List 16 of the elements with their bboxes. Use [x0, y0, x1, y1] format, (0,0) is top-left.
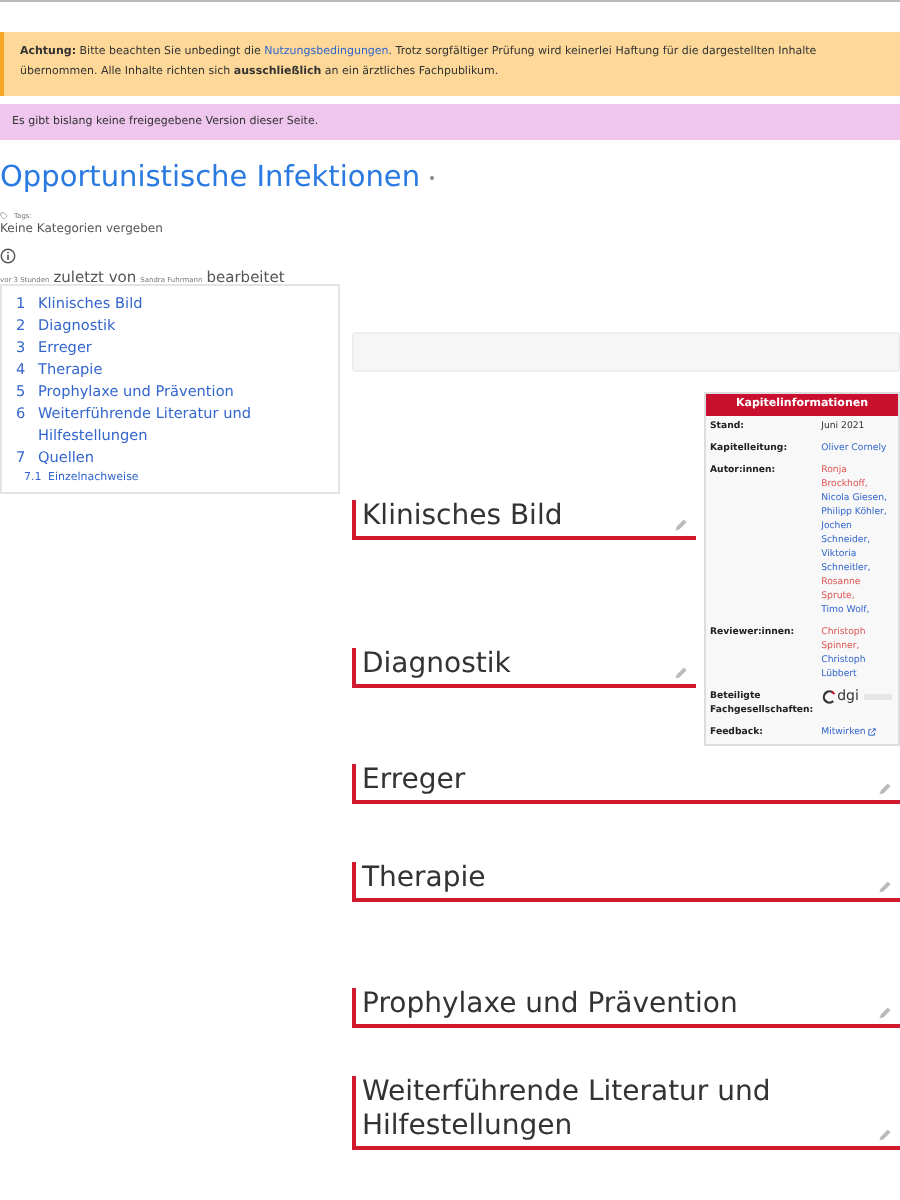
section-heading: Diagnostik: [352, 648, 696, 688]
section-heading: Weiterführende Literatur und Hilfestellungen: [352, 1076, 900, 1150]
section-heading: Klinisches Bild: [352, 500, 696, 540]
info-icon[interactable]: [0, 248, 16, 264]
page-title: Opportunistische Infektionen: [0, 160, 421, 196]
tag-icon: [0, 212, 8, 220]
pencil-icon[interactable]: [878, 1128, 892, 1142]
section-heading: Erreger: [352, 764, 900, 804]
pencil-icon[interactable]: [674, 518, 688, 532]
section-heading: Therapie: [352, 862, 900, 902]
pencil-icon[interactable]: [878, 1006, 892, 1020]
external-link-icon[interactable]: [867, 727, 876, 736]
pencil-icon[interactable]: [878, 782, 892, 796]
section-heading: Prophylaxe und Prävention: [352, 988, 900, 1028]
pencil-icon[interactable]: [674, 666, 688, 680]
pencil-icon[interactable]: [878, 880, 892, 894]
